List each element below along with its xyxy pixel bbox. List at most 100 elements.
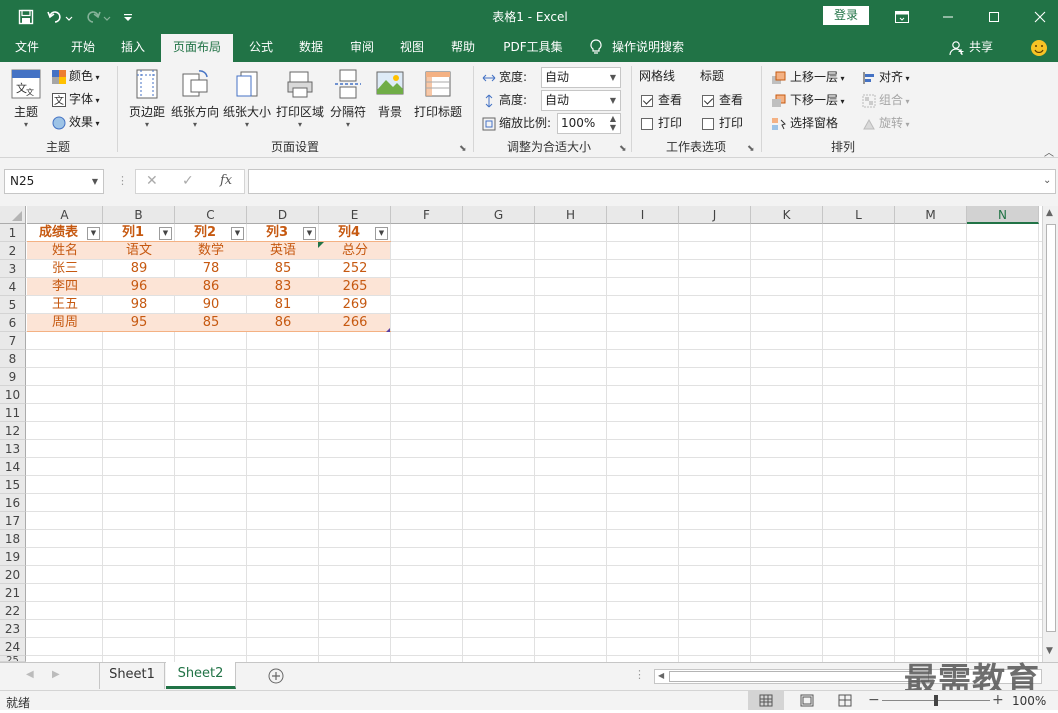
themes-button[interactable]: 文文 主题 ▾	[8, 68, 44, 129]
h-scroll-thumb[interactable]	[669, 671, 929, 682]
page-setup-launcher-icon[interactable]: ⬊	[459, 144, 467, 154]
scale-launcher-icon[interactable]: ⬊	[619, 144, 627, 154]
row-header[interactable]: 18	[0, 530, 26, 548]
filter-dropdown-icon[interactable]: ▼	[231, 227, 244, 240]
table-cell[interactable]: 90	[175, 296, 247, 314]
tab-splitter-icon[interactable]: ⋮	[634, 668, 645, 681]
rotate-button[interactable]: 旋转 ▾	[862, 113, 910, 133]
tab-data[interactable]: 数据	[288, 34, 334, 62]
scroll-sheets-left-icon[interactable]: ◀	[26, 669, 34, 680]
column-header[interactable]: G	[463, 206, 535, 224]
enter-check-icon[interactable]: ✓	[182, 173, 194, 189]
filter-dropdown-icon[interactable]: ▼	[303, 227, 316, 240]
scroll-down-icon[interactable]: ▼	[1046, 646, 1053, 656]
row-header[interactable]: 5	[0, 296, 26, 314]
row-header[interactable]: 22	[0, 602, 26, 620]
row-header[interactable]: 9	[0, 368, 26, 386]
undo-icon[interactable]	[46, 7, 74, 27]
checkbox[interactable]	[641, 94, 653, 107]
row-header[interactable]: 16	[0, 494, 26, 512]
row-header[interactable]: 12	[0, 422, 26, 440]
print-area-button[interactable]: 打印区域 ▾	[275, 68, 325, 129]
row-header[interactable]: 2	[0, 242, 26, 260]
row-header[interactable]: 15	[0, 476, 26, 494]
row-header[interactable]: 1	[0, 224, 26, 242]
column-header[interactable]: K	[751, 206, 823, 224]
table-cell[interactable]: 95	[103, 314, 175, 332]
column-header[interactable]: E	[319, 206, 391, 224]
column-header[interactable]: I	[607, 206, 679, 224]
row-header[interactable]: 20	[0, 566, 26, 584]
table-cell[interactable]: 英语	[247, 242, 319, 260]
tell-me-search[interactable]: 操作说明搜索	[612, 34, 692, 62]
column-header[interactable]: F	[391, 206, 463, 224]
worksheet-grid[interactable]: A B C D E F G H I J K L M N 1 2 3 4 5 6 …	[0, 206, 1042, 662]
checkbox[interactable]	[702, 117, 714, 130]
table-cell[interactable]: 83	[247, 278, 319, 296]
name-box[interactable]: N25 ▼	[4, 169, 104, 194]
row-header[interactable]: 11	[0, 404, 26, 422]
tab-file[interactable]: 文件	[4, 34, 50, 62]
table-cell[interactable]: 周周	[27, 314, 103, 332]
column-header[interactable]: M	[895, 206, 967, 224]
sheet-tab-sheet2[interactable]: Sheet2	[166, 662, 236, 689]
scroll-sheets-right-icon[interactable]: ▶	[52, 669, 60, 680]
table-header-cell[interactable]: 成绩表	[27, 224, 87, 242]
zoom-level[interactable]: 100%	[1012, 694, 1046, 708]
column-header[interactable]: C	[175, 206, 247, 224]
column-header[interactable]: L	[823, 206, 895, 224]
maximize-icon[interactable]	[984, 7, 1004, 27]
select-all-corner[interactable]	[0, 206, 26, 224]
column-header[interactable]: B	[103, 206, 175, 224]
table-cell[interactable]: 86	[247, 314, 319, 332]
table-cell[interactable]: 98	[103, 296, 175, 314]
smiley-feedback-icon[interactable]	[1030, 39, 1048, 60]
margins-button[interactable]: 页边距 ▾	[126, 68, 168, 129]
print-titles-button[interactable]: 打印标题	[412, 68, 464, 120]
table-header-cell[interactable]: 列2	[175, 224, 235, 242]
group-button[interactable]: 组合 ▾	[862, 90, 910, 110]
tab-review[interactable]: 审阅	[339, 34, 385, 62]
table-cell[interactable]: 王五	[27, 296, 103, 314]
row-header[interactable]: 13	[0, 440, 26, 458]
filter-dropdown-icon[interactable]: ▼	[375, 227, 388, 240]
table-header-cell[interactable]: 列4	[319, 224, 379, 242]
cancel-icon[interactable]: ✕	[146, 173, 158, 189]
table-cell[interactable]: 265	[319, 278, 391, 296]
colors-button[interactable]: 颜色 ▾	[52, 66, 100, 86]
tab-formulas[interactable]: 公式	[238, 34, 284, 62]
row-header[interactable]: 7	[0, 332, 26, 350]
login-button[interactable]: 登录	[823, 6, 869, 25]
table-cell[interactable]: 85	[175, 314, 247, 332]
zoom-out-icon[interactable]: −	[868, 692, 880, 708]
row-header[interactable]: 3	[0, 260, 26, 278]
table-cell[interactable]: 85	[247, 260, 319, 278]
tab-view[interactable]: 视图	[389, 34, 435, 62]
column-header[interactable]: H	[535, 206, 607, 224]
table-cell[interactable]: 89	[103, 260, 175, 278]
table-cell[interactable]: 252	[319, 260, 391, 278]
checkbox[interactable]	[641, 117, 653, 130]
size-button[interactable]: 纸张大小 ▾	[222, 68, 272, 129]
table-cell[interactable]: 86	[175, 278, 247, 296]
tab-pdf-tools[interactable]: PDF工具集	[496, 34, 570, 62]
table-cell[interactable]: 总分	[319, 242, 391, 260]
column-header-selected[interactable]: N	[967, 206, 1039, 224]
collapse-ribbon-icon[interactable]: ︿	[1044, 144, 1054, 159]
row-header[interactable]: 19	[0, 548, 26, 566]
zoom-slider-thumb[interactable]	[934, 695, 938, 706]
tab-help[interactable]: 帮助	[440, 34, 486, 62]
width-select[interactable]: 自动 ▼	[541, 67, 621, 88]
page-layout-view-icon[interactable]	[800, 694, 814, 710]
table-cell[interactable]: 数学	[175, 242, 247, 260]
checkbox[interactable]	[702, 94, 714, 107]
scroll-thumb[interactable]	[1046, 224, 1056, 632]
sheet-tab-sheet1[interactable]: Sheet1	[99, 663, 165, 689]
table-cell[interactable]: 78	[175, 260, 247, 278]
redo-icon[interactable]	[84, 7, 112, 27]
background-button[interactable]: 背景	[372, 68, 408, 120]
tab-insert[interactable]: 插入	[110, 34, 156, 62]
align-button[interactable]: 对齐 ▾	[862, 67, 910, 87]
vertical-scrollbar[interactable]: ▲ ▼	[1042, 206, 1058, 662]
height-select[interactable]: 自动 ▼	[541, 90, 621, 111]
